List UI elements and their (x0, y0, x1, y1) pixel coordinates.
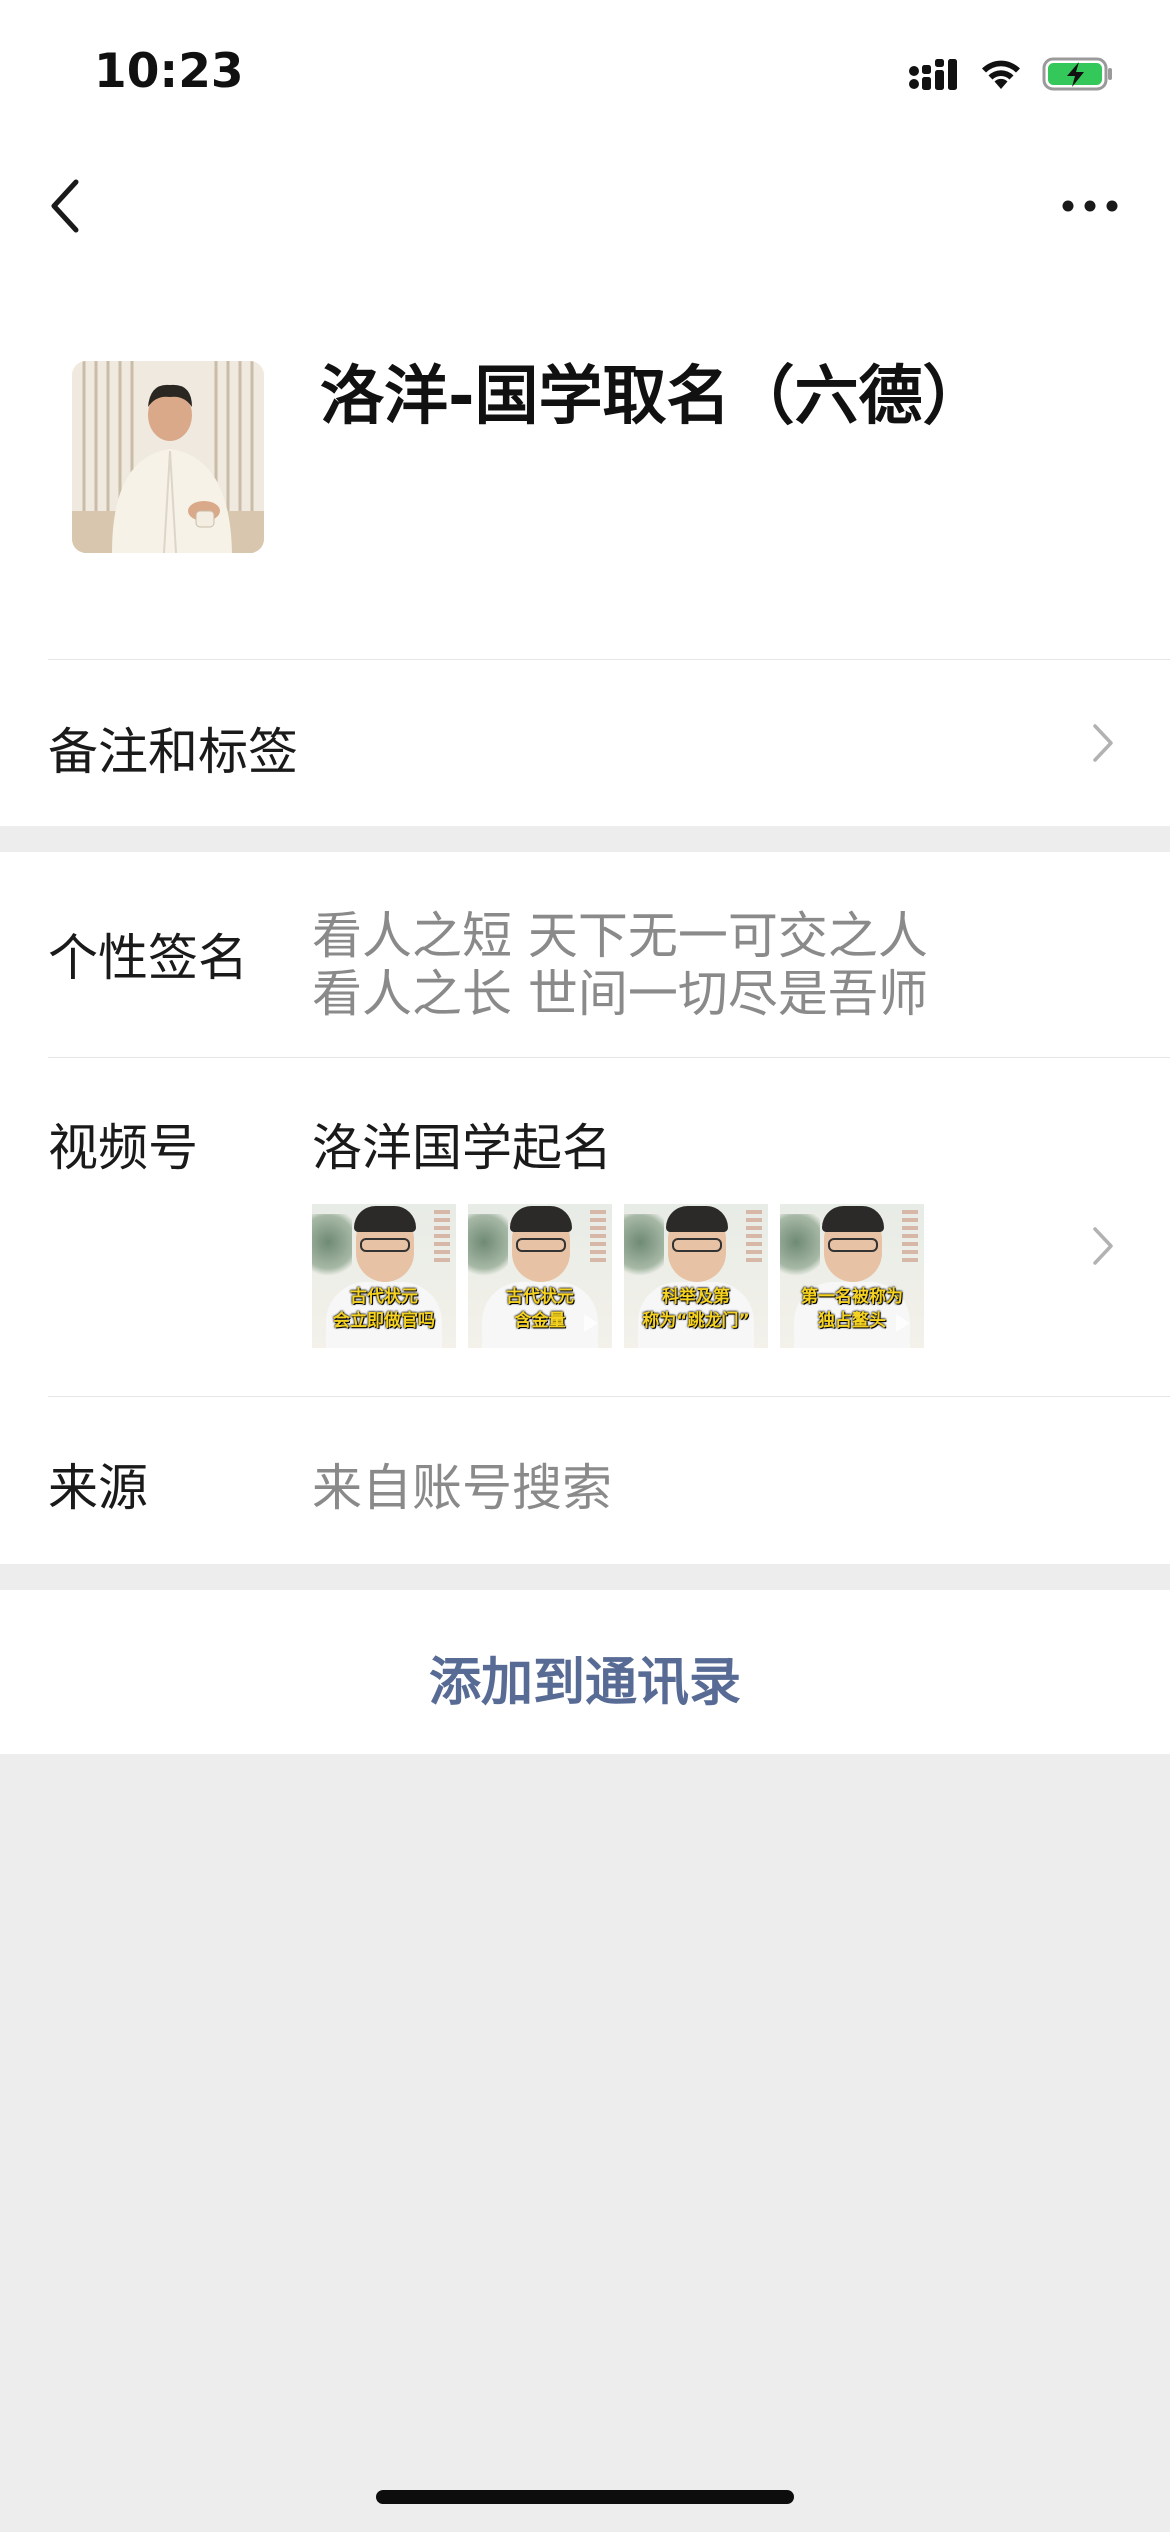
video-caption: 第一名被称为 (801, 1287, 903, 1307)
video-thumbnail[interactable]: 古代状元 含金量 (468, 1204, 612, 1348)
home-indicator (376, 2490, 794, 2504)
battery-charging-icon (1042, 57, 1112, 91)
video-thumbnail[interactable]: 古代状元 会立即做官吗 (312, 1204, 456, 1348)
video-caption: 古代状元 (350, 1287, 418, 1307)
divider (48, 1396, 1170, 1397)
more-button[interactable] (1060, 196, 1120, 216)
remark-label: 备注和标签 (48, 723, 298, 781)
chevron-right-icon (1093, 1227, 1113, 1265)
remark-and-tags-row[interactable]: 备注和标签 (0, 660, 1170, 826)
video-caption: 科举及第 (662, 1287, 730, 1307)
add-to-contacts-label: 添加到通讯录 (428, 1653, 741, 1713)
avatar[interactable] (72, 361, 264, 553)
wifi-icon (982, 60, 1020, 89)
chevron-right-icon (1093, 724, 1113, 762)
play-icon (584, 1314, 598, 1332)
video-thumbnail[interactable]: 科举及第 称为“跳龙门” (624, 1204, 768, 1348)
chevron-left-icon (51, 179, 79, 233)
channels-name: 洛洋国学起名 (312, 1119, 612, 1177)
video-thumbnail[interactable]: 第一名被称为 独占鳌头 (780, 1204, 924, 1348)
back-button[interactable] (44, 176, 88, 236)
signature-label: 个性签名 (48, 929, 248, 987)
profile-name: 洛洋-国学取名（六德） (320, 360, 987, 434)
video-caption: 古代状元 (506, 1287, 574, 1307)
source-label: 来源 (48, 1459, 148, 1517)
status-icons (908, 52, 1114, 96)
cellular-signal-icon (909, 59, 957, 90)
video-caption: 会立即做官吗 (333, 1311, 435, 1331)
source-value: 来自账号搜索 (312, 1459, 612, 1517)
channels-label: 视频号 (48, 1119, 198, 1177)
add-to-contacts-button[interactable]: 添加到通讯录 (0, 1590, 1170, 1754)
info-card: 个性签名 看人之短 天下无一可交之人 看人之长 世间一切尽是吾师 视频号 洛洋国… (0, 852, 1170, 1564)
more-dots-icon (1062, 200, 1118, 212)
signature-line-2: 看人之长 世间一切尽是吾师 (312, 965, 928, 1023)
play-icon (896, 1314, 910, 1332)
video-caption: 称为“跳龙门” (642, 1311, 750, 1331)
status-time: 10:23 (94, 44, 244, 99)
